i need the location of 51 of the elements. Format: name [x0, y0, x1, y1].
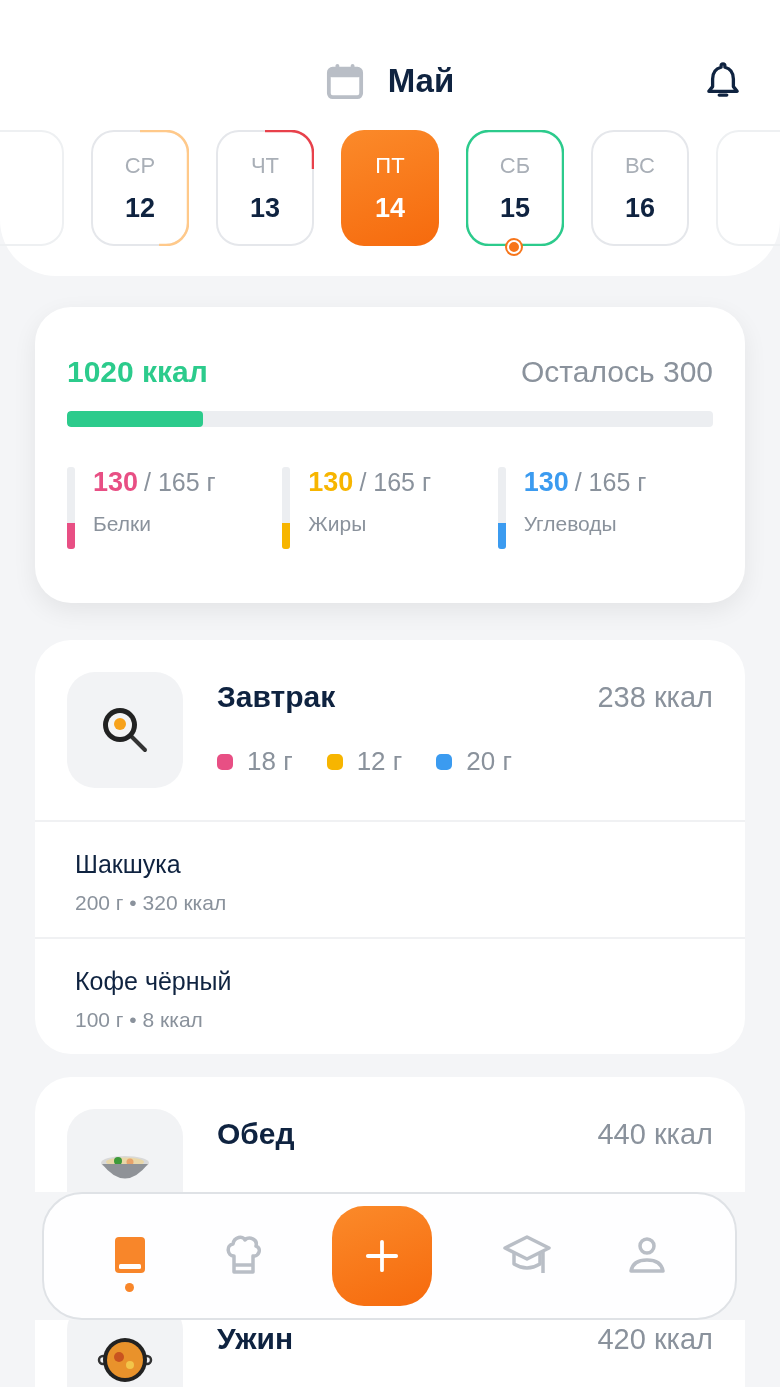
frying-pan-icon: [100, 705, 150, 755]
bell-icon[interactable]: [706, 60, 740, 100]
add-button[interactable]: [332, 1206, 433, 1306]
macro-value: 130: [523, 467, 569, 498]
day-number: 16: [624, 192, 655, 224]
weekday-label: СР: [124, 152, 156, 179]
chef-hat-icon: [223, 1233, 264, 1276]
weekday-label: ПТ: [375, 152, 405, 179]
meal-card[interactable]: Обед 440 ккал: [35, 1077, 745, 1192]
weekday-label: ВС: [625, 152, 655, 179]
day-number: 15: [499, 192, 530, 224]
day-card[interactable]: СР 12: [91, 130, 189, 246]
day-number: 13: [249, 192, 280, 224]
macro-total: / 165 г: [144, 468, 216, 497]
month-title[interactable]: Май: [387, 62, 455, 100]
meal-title: Ужин: [217, 1322, 294, 1356]
day-card[interactable]: ВС 16: [591, 130, 689, 246]
day-number: 14: [374, 192, 405, 224]
macro-amount: 12 г: [356, 746, 403, 777]
food-name: Шакшука: [75, 850, 181, 879]
macro-label: Жиры: [308, 512, 368, 536]
meal-title: Завтрак: [217, 680, 336, 714]
macro-label: Белки: [93, 512, 152, 536]
day-card[interactable]: СБ 15: [466, 130, 564, 246]
meal-calories: 238 ккал: [597, 680, 713, 714]
calendar-icon[interactable]: [325, 62, 364, 100]
macro-total: / 165 г: [359, 468, 432, 497]
macro-value: 130: [308, 467, 354, 498]
person-icon: [627, 1234, 668, 1275]
weekday-label: ЧТ: [250, 152, 280, 179]
active-indicator: [125, 1282, 135, 1292]
meal-card[interactable]: Завтрак 238 ккал 18 г 12 г 20 г Шакшука 200 г • 320 ккал Кофе чёрный 100 г • 8 ккал: [35, 640, 745, 1054]
meal-card[interactable]: Ужин 420 ккал: [35, 1320, 745, 1387]
food-name: Кофе чёрный: [75, 967, 232, 996]
macro-amount: 20 г: [466, 746, 512, 777]
macro-label: Углеводы: [523, 512, 618, 536]
macro-value: 130: [93, 467, 139, 498]
food-details: 100 г • 8 ккал: [75, 1008, 203, 1032]
food-details: 200 г • 320 ккал: [75, 891, 227, 915]
day-number: 12: [124, 192, 155, 224]
weekday-label: СБ: [499, 152, 531, 179]
macro-total: / 165 г: [574, 468, 647, 497]
paella-pan-icon: [97, 1335, 153, 1385]
calories-remaining: Осталось 300: [521, 355, 713, 389]
plus-icon: [365, 1239, 400, 1273]
calories-total: 1020 ккал: [67, 355, 208, 389]
meal-calories: 440 ккал: [597, 1117, 713, 1151]
meal-title: Обед: [217, 1117, 295, 1151]
day-card[interactable]: ЧТ 13: [216, 130, 314, 246]
macro-amount: 18 г: [247, 746, 293, 777]
meal-calories: 420 ккал: [597, 1322, 713, 1356]
